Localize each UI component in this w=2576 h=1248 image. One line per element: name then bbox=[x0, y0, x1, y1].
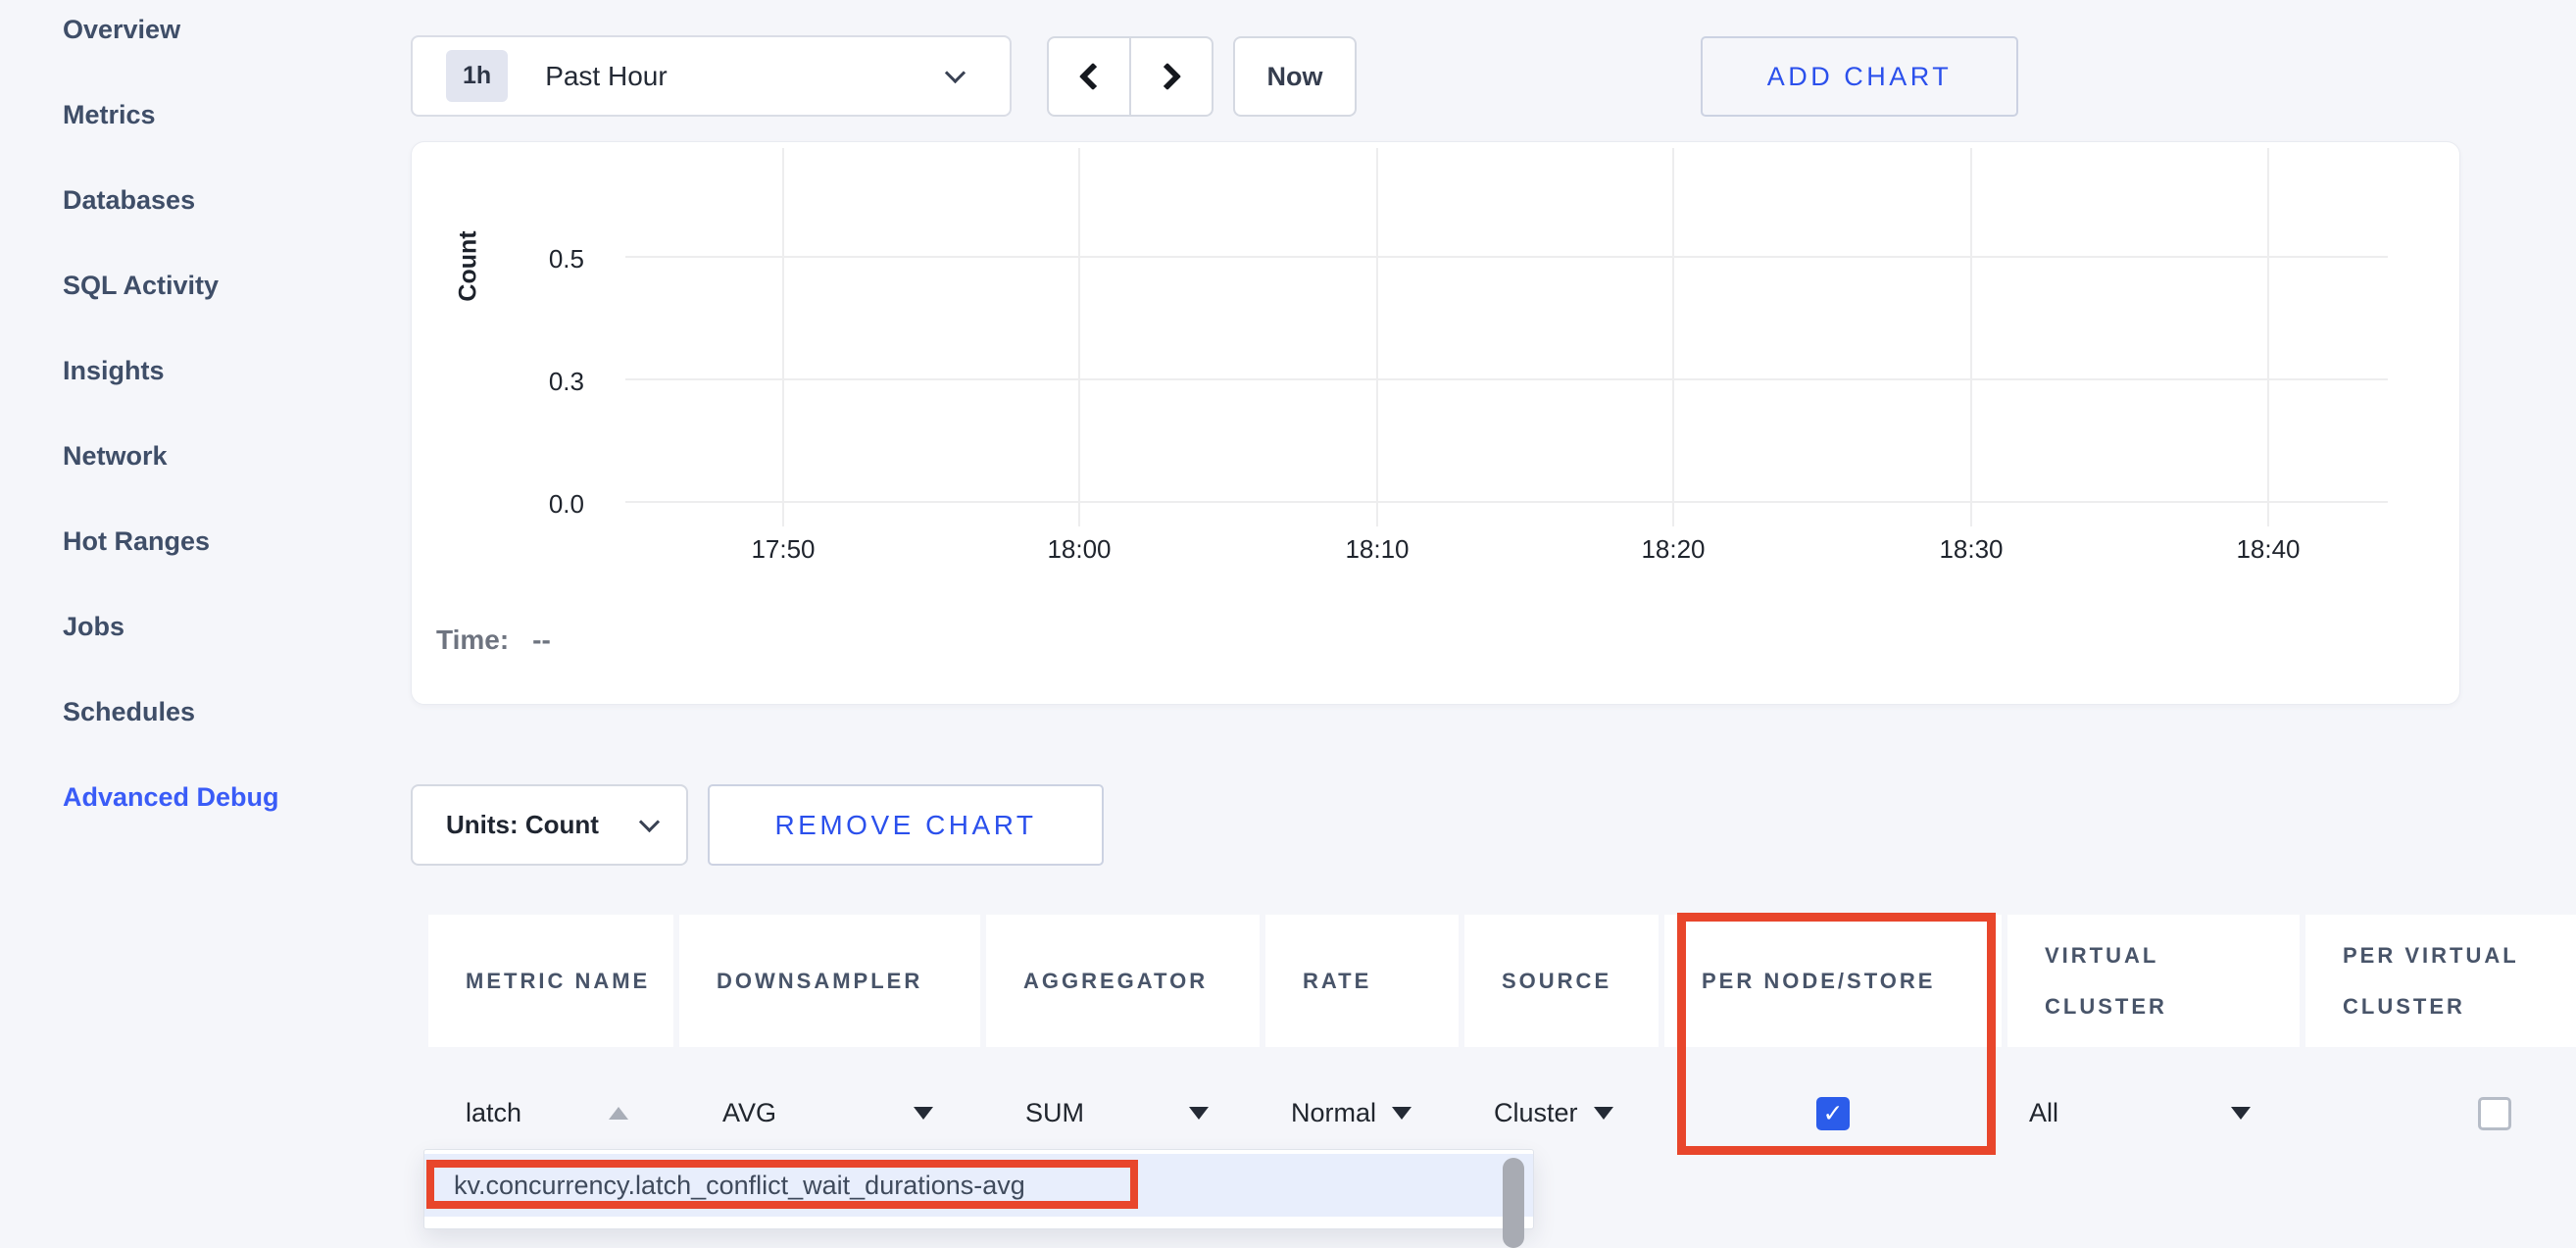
gridline bbox=[625, 256, 2388, 258]
hover-time-readout: Time: -- bbox=[436, 624, 551, 656]
hover-time-value: -- bbox=[532, 624, 551, 656]
y-axis-label: Count bbox=[455, 220, 483, 314]
time-range-badge: 1h bbox=[446, 50, 508, 102]
downsampler-value: AVG bbox=[722, 1098, 776, 1128]
source-select[interactable]: Cluster bbox=[1464, 1076, 1659, 1150]
now-button[interactable]: Now bbox=[1233, 36, 1357, 117]
aggregator-select[interactable]: SUM bbox=[986, 1076, 1260, 1150]
checkmark-icon: ✓ bbox=[1823, 1101, 1844, 1125]
header-virtual-cluster: VIRTUAL CLUSTER bbox=[2007, 915, 2300, 1047]
gridline bbox=[1376, 148, 1378, 526]
y-tick-label: 0.5 bbox=[527, 244, 584, 275]
metric-row: latch AVG SUM Normal Cluster ✓ All ✓ bbox=[428, 1076, 2576, 1150]
sidebar-item-jobs[interactable]: Jobs bbox=[63, 613, 279, 640]
sidebar: Overview Metrics Databases SQL Activity … bbox=[63, 16, 279, 811]
units-dropdown[interactable]: Units: Count bbox=[411, 784, 688, 866]
header-per-node-store: PER NODE/STORE bbox=[1664, 915, 2002, 1047]
sidebar-item-sql-activity[interactable]: SQL Activity bbox=[63, 272, 279, 299]
sidebar-item-advanced-debug[interactable]: Advanced Debug bbox=[63, 783, 279, 811]
gridline bbox=[2267, 148, 2269, 526]
header-per-virtual-cluster: PER VIRTUAL CLUSTER bbox=[2305, 915, 2576, 1047]
caret-up-icon bbox=[609, 1107, 628, 1120]
previous-time-button[interactable] bbox=[1047, 36, 1130, 117]
downsampler-select[interactable]: AVG bbox=[679, 1076, 980, 1150]
chevron-left-icon bbox=[1079, 63, 1107, 90]
add-chart-button[interactable]: ADD CHART bbox=[1701, 36, 2018, 117]
sidebar-item-network[interactable]: Network bbox=[63, 442, 279, 470]
sidebar-item-schedules[interactable]: Schedules bbox=[63, 698, 279, 725]
chevron-right-icon bbox=[1154, 63, 1181, 90]
sidebar-item-hot-ranges[interactable]: Hot Ranges bbox=[63, 527, 279, 555]
x-tick-label: 18:10 bbox=[1318, 534, 1436, 565]
sidebar-item-insights[interactable]: Insights bbox=[63, 357, 279, 384]
x-tick-label: 18:30 bbox=[1912, 534, 2030, 565]
metric-name-select[interactable]: latch bbox=[428, 1076, 673, 1150]
gridline bbox=[1672, 148, 1674, 526]
aggregator-value: SUM bbox=[1025, 1098, 1084, 1128]
rate-value: Normal bbox=[1291, 1098, 1376, 1128]
hover-time-label: Time: bbox=[436, 624, 509, 656]
gridline bbox=[625, 501, 2388, 503]
metric-name-value: latch bbox=[466, 1098, 521, 1128]
scrollbar-thumb[interactable] bbox=[1503, 1158, 1524, 1248]
custom-chart-panel: Count 0.5 0.3 0.0 17:50 18:00 18:10 18:2… bbox=[411, 141, 2460, 705]
virtual-cluster-select[interactable]: All bbox=[2007, 1076, 2300, 1150]
header-metric-name: METRIC NAME bbox=[428, 915, 673, 1047]
gridline bbox=[625, 378, 2388, 380]
x-tick-label: 18:00 bbox=[1020, 534, 1138, 565]
sidebar-item-metrics[interactable]: Metrics bbox=[63, 101, 279, 128]
gridline bbox=[1970, 148, 1972, 526]
header-downsampler: DOWNSAMPLER bbox=[679, 915, 980, 1047]
metric-name-dropdown: kv.concurrency.latch_conflict_wait_durat… bbox=[423, 1149, 1534, 1229]
sidebar-item-databases[interactable]: Databases bbox=[63, 186, 279, 214]
caret-down-icon bbox=[2231, 1107, 2251, 1120]
time-step-controls bbox=[1047, 36, 1214, 117]
y-tick-label: 0.0 bbox=[527, 489, 584, 520]
source-value: Cluster bbox=[1494, 1098, 1578, 1128]
x-tick-label: 17:50 bbox=[724, 534, 842, 565]
caret-down-icon bbox=[1594, 1107, 1613, 1120]
rate-select[interactable]: Normal bbox=[1265, 1076, 1459, 1150]
sidebar-item-overview[interactable]: Overview bbox=[63, 16, 279, 43]
y-tick-label: 0.3 bbox=[527, 367, 584, 397]
caret-down-icon bbox=[1189, 1107, 1209, 1120]
gridline bbox=[782, 148, 784, 526]
time-range-selector[interactable]: 1h Past Hour bbox=[411, 35, 1012, 117]
remove-chart-button[interactable]: REMOVE CHART bbox=[708, 784, 1104, 866]
header-rate: RATE bbox=[1265, 915, 1459, 1047]
per-virtual-cluster-checkbox[interactable]: ✓ bbox=[2478, 1097, 2511, 1130]
header-aggregator: AGGREGATOR bbox=[986, 915, 1260, 1047]
metrics-table-header: METRIC NAME DOWNSAMPLER AGGREGATOR RATE … bbox=[428, 915, 2576, 1047]
per-virtual-cluster-cell: ✓ bbox=[2305, 1076, 2576, 1150]
chevron-down-icon bbox=[639, 812, 660, 832]
caret-down-icon bbox=[914, 1107, 933, 1120]
x-tick-label: 18:40 bbox=[2209, 534, 2327, 565]
virtual-cluster-value: All bbox=[2029, 1098, 2058, 1128]
chevron-down-icon bbox=[945, 63, 966, 83]
caret-down-icon bbox=[1392, 1107, 1412, 1120]
units-dropdown-label: Units: Count bbox=[446, 810, 599, 840]
per-node-store-checkbox[interactable]: ✓ bbox=[1816, 1097, 1850, 1130]
header-source: SOURCE bbox=[1464, 915, 1659, 1047]
x-tick-label: 18:20 bbox=[1614, 534, 1732, 565]
per-node-store-cell: ✓ bbox=[1664, 1076, 2002, 1150]
gridline bbox=[1078, 148, 1080, 526]
metric-option-highlighted[interactable]: kv.concurrency.latch_conflict_wait_durat… bbox=[424, 1154, 1533, 1217]
next-time-button[interactable] bbox=[1130, 36, 1214, 117]
time-range-label: Past Hour bbox=[545, 61, 668, 92]
